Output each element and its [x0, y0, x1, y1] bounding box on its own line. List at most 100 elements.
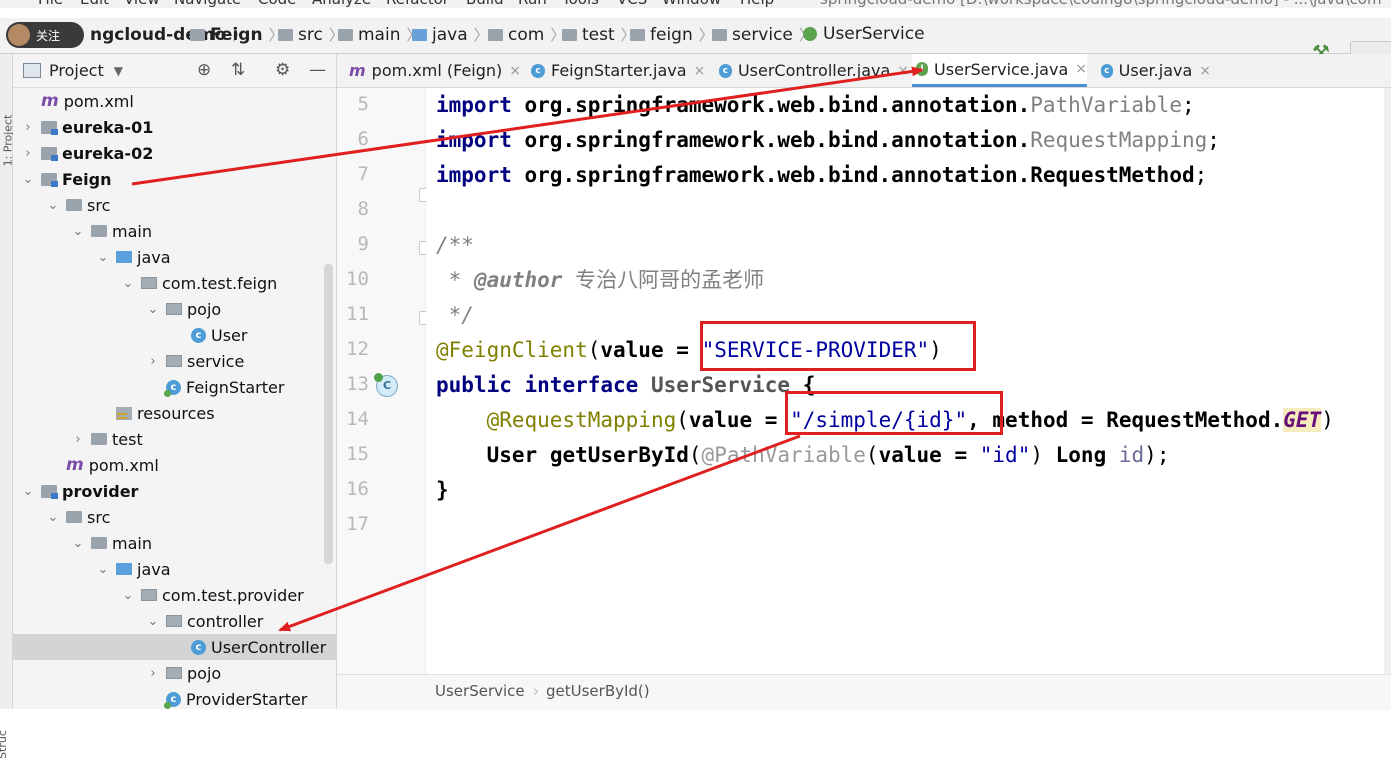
- chevron-down-icon[interactable]: ⌄: [46, 510, 60, 525]
- nav-crumb-test[interactable]: test 〉: [562, 24, 636, 45]
- folder-icon: [338, 28, 353, 41]
- tree-item-label: Feign: [62, 169, 112, 189]
- tree-item[interactable]: › pojo: [13, 660, 336, 686]
- tree-item[interactable]: ⌄ pojo: [13, 296, 336, 322]
- tree-item[interactable]: c FeignStarter: [13, 374, 336, 400]
- project-panel: Project ▼ ⊕ ⇅ ⚙ — m pom.xml › eureka-01 › eur…: [13, 54, 337, 709]
- menu-navigate[interactable]: Navigate: [174, 0, 241, 8]
- tab-userservice-java[interactable]: I UserService.java ×: [912, 54, 1087, 87]
- nav-crumb-src[interactable]: src 〉: [278, 24, 344, 45]
- tree-scrollbar[interactable]: [324, 264, 333, 564]
- chevron-right-icon[interactable]: ›: [21, 146, 35, 161]
- menu-edit[interactable]: Edit: [80, 0, 109, 8]
- video-overlay-follow-badge[interactable]: 关注: [6, 22, 84, 48]
- nav-crumb-main[interactable]: main〉: [338, 24, 422, 45]
- package-icon: [141, 277, 157, 289]
- tree-item[interactable]: ⌄ java: [13, 556, 336, 582]
- menu-build[interactable]: Build: [466, 0, 504, 8]
- menu-help[interactable]: Help: [740, 0, 774, 8]
- nav-crumb-label: service: [732, 24, 793, 45]
- chevron-right-icon[interactable]: ›: [146, 354, 160, 369]
- menu-file[interactable]: File: [38, 0, 63, 8]
- gear-icon[interactable]: ⚙: [275, 60, 290, 80]
- menu-run[interactable]: Run: [518, 0, 547, 8]
- tab-label: User.java: [1118, 61, 1193, 80]
- nav-crumb-feign[interactable]: feign 〉: [630, 24, 714, 45]
- tree-item[interactable]: resources: [13, 400, 336, 426]
- chevron-down-icon[interactable]: ⌄: [121, 276, 135, 291]
- tree-item[interactable]: ⌄ src: [13, 504, 336, 530]
- menu-code[interactable]: Code: [258, 0, 296, 8]
- chevron-right-icon[interactable]: ›: [21, 120, 35, 135]
- project-view-selector[interactable]: Project ▼: [23, 61, 123, 80]
- tab-pom-xml-feign[interactable]: m pom.xml (Feign) ×: [345, 54, 524, 87]
- hide-panel-icon[interactable]: —: [309, 60, 326, 80]
- menu-refactor[interactable]: Refactor: [386, 0, 449, 8]
- tree-item[interactable]: ⌄ com.test.feign: [13, 270, 336, 296]
- breadcrumb-class[interactable]: UserService: [435, 682, 525, 700]
- tree-item[interactable]: ⌄ controller: [13, 608, 336, 634]
- tree-item[interactable]: ⌄ provider: [13, 478, 336, 504]
- tree-item[interactable]: c UserController: [13, 634, 336, 660]
- chevron-down-icon[interactable]: ⌄: [121, 588, 135, 603]
- chevron-down-icon[interactable]: ⌄: [96, 562, 110, 577]
- tree-item-label: provider: [62, 481, 139, 501]
- tree-item[interactable]: m pom.xml: [13, 452, 336, 478]
- tree-item[interactable]: ⌄ main: [13, 530, 336, 556]
- nav-crumb-com[interactable]: com 〉: [488, 24, 565, 45]
- chevron-down-icon[interactable]: ⌄: [46, 198, 60, 213]
- source-folder-icon: [116, 563, 132, 575]
- nav-crumb-userservice[interactable]: UserService: [803, 24, 925, 44]
- locate-target-icon[interactable]: ⊕: [197, 60, 211, 80]
- nav-crumb-java[interactable]: java 〉: [412, 24, 489, 45]
- tree-item[interactable]: ⌄ com.test.provider: [13, 582, 336, 608]
- line-number: 15: [346, 443, 369, 465]
- structure-tool-window-button[interactable]: Struc: [0, 730, 9, 759]
- tree-item-label: resources: [137, 403, 215, 423]
- class-icon: c: [1101, 63, 1113, 78]
- menu-analyze[interactable]: Analyze: [312, 0, 371, 8]
- chevron-down-icon[interactable]: ⌄: [71, 536, 85, 551]
- tab-feignstarter-java[interactable]: c FeignStarter.java ×: [527, 54, 711, 87]
- tab-usercontroller-java[interactable]: c UserController.java ×: [715, 54, 909, 87]
- tree-item[interactable]: › service: [13, 348, 336, 374]
- chevron-down-icon[interactable]: ⌄: [21, 484, 35, 499]
- chevron-down-icon[interactable]: ⌄: [71, 224, 85, 239]
- tree-item[interactable]: c User: [13, 322, 336, 348]
- editor-scrollbar[interactable]: [1384, 88, 1391, 674]
- tab-label: FeignStarter.java: [551, 61, 687, 80]
- feign-client-gutter-icon[interactable]: C: [374, 373, 398, 397]
- menu-window[interactable]: Window: [662, 0, 721, 8]
- tree-item[interactable]: › eureka-01: [13, 114, 336, 140]
- collapse-all-icon[interactable]: ⇅: [231, 60, 245, 80]
- menu-view[interactable]: View: [124, 0, 160, 8]
- code-editor[interactable]: import org.springframework.web.bind.anno…: [426, 88, 1391, 674]
- tab-label: pom.xml (Feign): [371, 61, 503, 80]
- tree-item[interactable]: ⌄ src: [13, 192, 336, 218]
- chevron-down-icon[interactable]: ⌄: [96, 250, 110, 265]
- close-icon[interactable]: ×: [509, 63, 521, 79]
- nav-crumb-service[interactable]: service〉: [712, 24, 814, 45]
- chevron-down-icon[interactable]: ⌄: [146, 614, 160, 629]
- tree-item[interactable]: c ProviderStarter: [13, 686, 336, 709]
- close-icon[interactable]: ×: [897, 63, 909, 79]
- tab-user-java[interactable]: c User.java ×: [1097, 54, 1211, 87]
- tree-item[interactable]: m pom.xml: [13, 88, 336, 114]
- close-icon[interactable]: ×: [1199, 63, 1211, 79]
- nav-crumb-feign[interactable]: Feign 〉: [190, 24, 284, 45]
- tree-item[interactable]: › eureka-02: [13, 140, 336, 166]
- chevron-down-icon[interactable]: ⌄: [21, 172, 35, 187]
- tree-item[interactable]: ⌄ Feign: [13, 166, 336, 192]
- tree-item[interactable]: ⌄ java: [13, 244, 336, 270]
- module-icon: [41, 484, 58, 499]
- chevron-down-icon[interactable]: ⌄: [146, 302, 160, 317]
- tree-item[interactable]: ⌄ main: [13, 218, 336, 244]
- menu-tools[interactable]: Tools: [562, 0, 599, 8]
- chevron-right-icon[interactable]: ›: [146, 666, 160, 681]
- menu-vcs[interactable]: VCS: [617, 0, 647, 8]
- chevron-right-icon[interactable]: ›: [71, 432, 85, 447]
- close-icon[interactable]: ×: [694, 63, 706, 79]
- close-icon[interactable]: ×: [1075, 61, 1087, 77]
- tree-item[interactable]: › test: [13, 426, 336, 452]
- breadcrumb-method[interactable]: getUserById(): [546, 682, 650, 700]
